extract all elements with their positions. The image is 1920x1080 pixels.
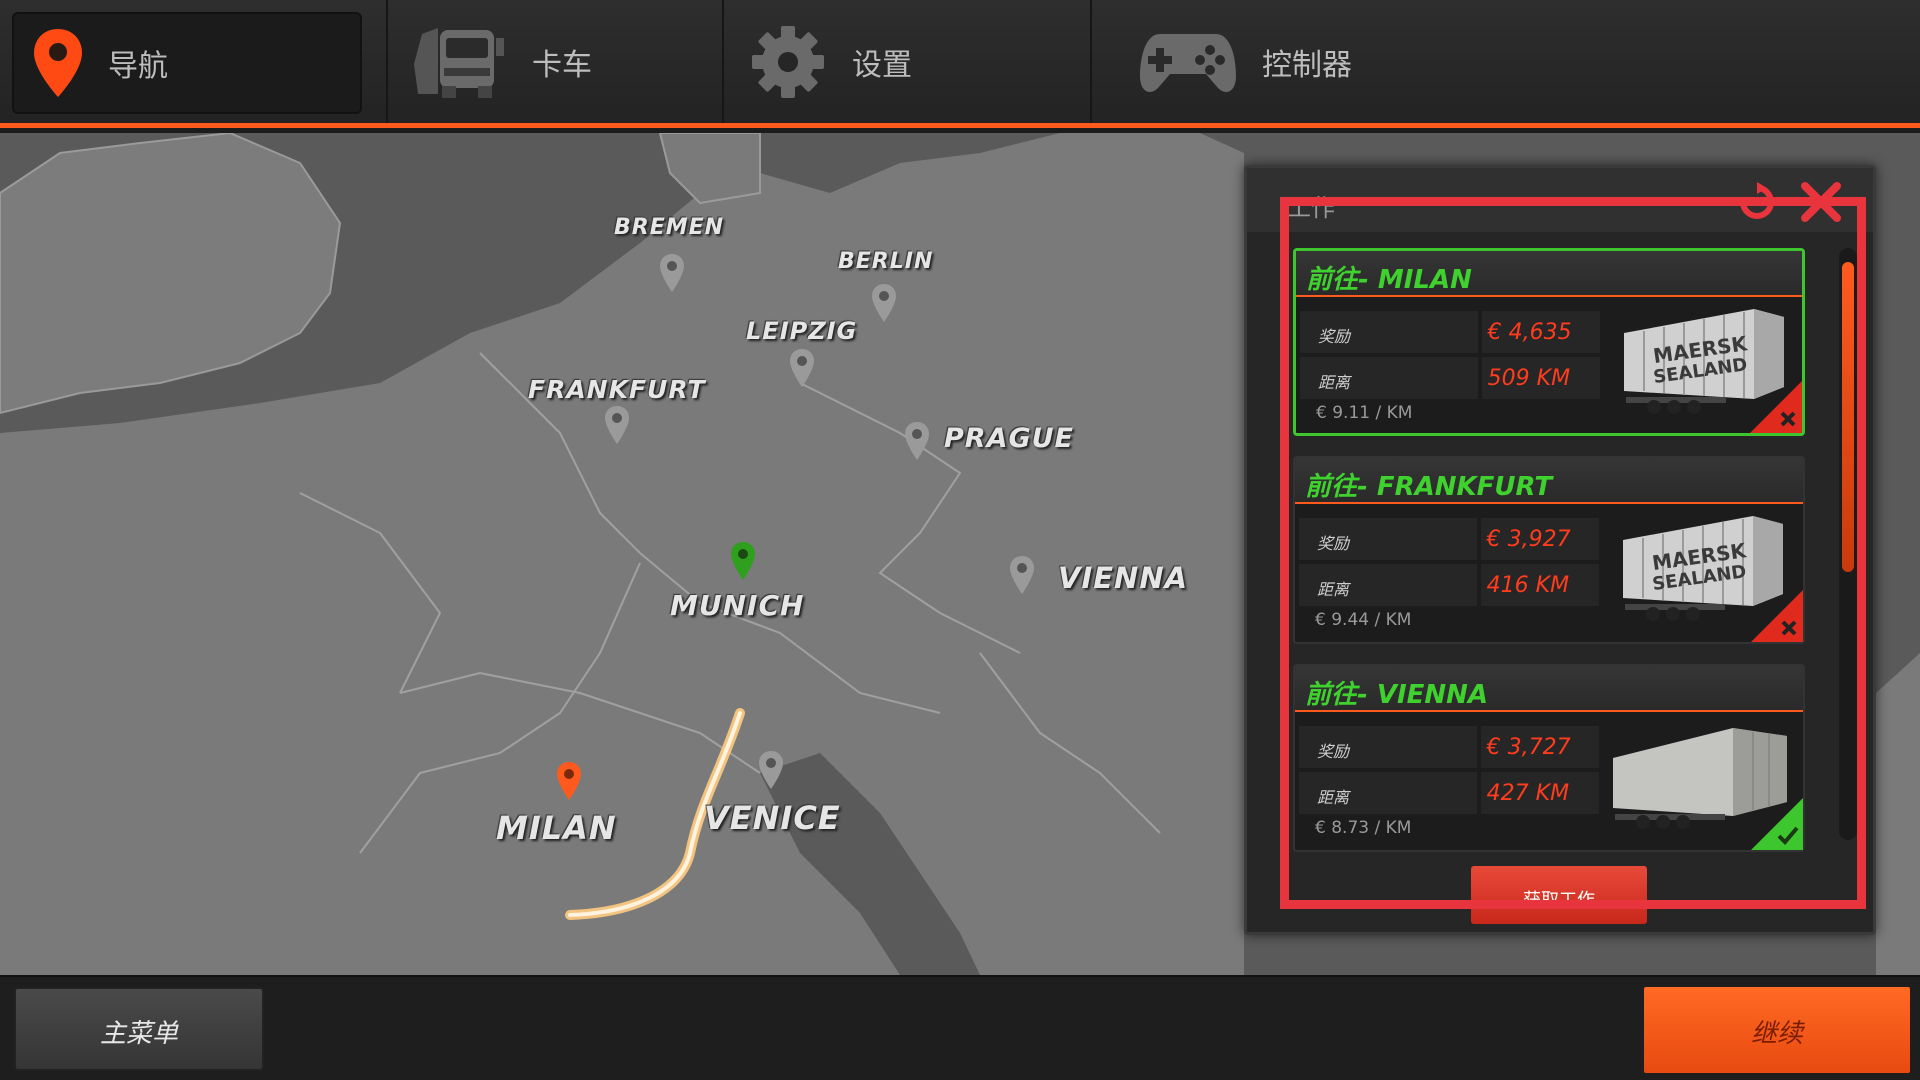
city-label-leipzig: LEIPZIG	[746, 317, 858, 345]
pin-frankfurt[interactable]	[604, 405, 630, 445]
city-label-prague: PRAGUE	[944, 423, 1075, 454]
bottom-bar: 主菜单 继续	[0, 975, 1920, 1080]
pin-bremen[interactable]	[659, 253, 685, 293]
city-label-frankfurt: FRANKFURT	[528, 375, 706, 404]
pin-prague[interactable]	[904, 421, 930, 461]
pin-leipzig[interactable]	[789, 348, 815, 388]
continue-button[interactable]: 继续	[1644, 987, 1910, 1073]
city-label-venice: VENICE	[704, 799, 841, 837]
main-menu-button[interactable]: 主菜单	[14, 987, 264, 1071]
city-label-vienna: VIENNA	[1058, 561, 1189, 595]
pin-berlin[interactable]	[871, 283, 897, 323]
truck-icon	[414, 27, 504, 98]
pin-vienna[interactable]	[1009, 555, 1035, 595]
top-navigation: 导航 卡车 设置 控制器	[0, 0, 1920, 128]
pin-venice[interactable]	[758, 750, 784, 790]
city-label-munich: MUNICH	[670, 589, 805, 622]
city-label-milan: MILAN	[496, 809, 617, 847]
tab-truck-label: 卡车	[532, 47, 592, 83]
tab-settings[interactable]: 设置	[726, 0, 1092, 123]
tab-controller-label: 控制器	[1262, 47, 1352, 83]
tab-controller[interactable]: 控制器	[1094, 0, 1514, 123]
tab-truck[interactable]: 卡车	[386, 0, 724, 123]
gear-icon	[752, 25, 824, 98]
pin-milan[interactable]	[556, 761, 582, 801]
gamepad-icon	[1140, 33, 1236, 92]
city-label-berlin: BERLIN	[838, 249, 934, 274]
city-label-bremen: BREMEN	[614, 215, 725, 240]
pin-munich[interactable]	[730, 541, 756, 581]
highlight-box	[1280, 197, 1866, 909]
tab-settings-label: 设置	[852, 47, 912, 83]
tab-navigation-label: 导航	[108, 49, 168, 84]
tab-navigation[interactable]: 导航	[12, 12, 362, 114]
map-pin-icon	[34, 29, 82, 97]
